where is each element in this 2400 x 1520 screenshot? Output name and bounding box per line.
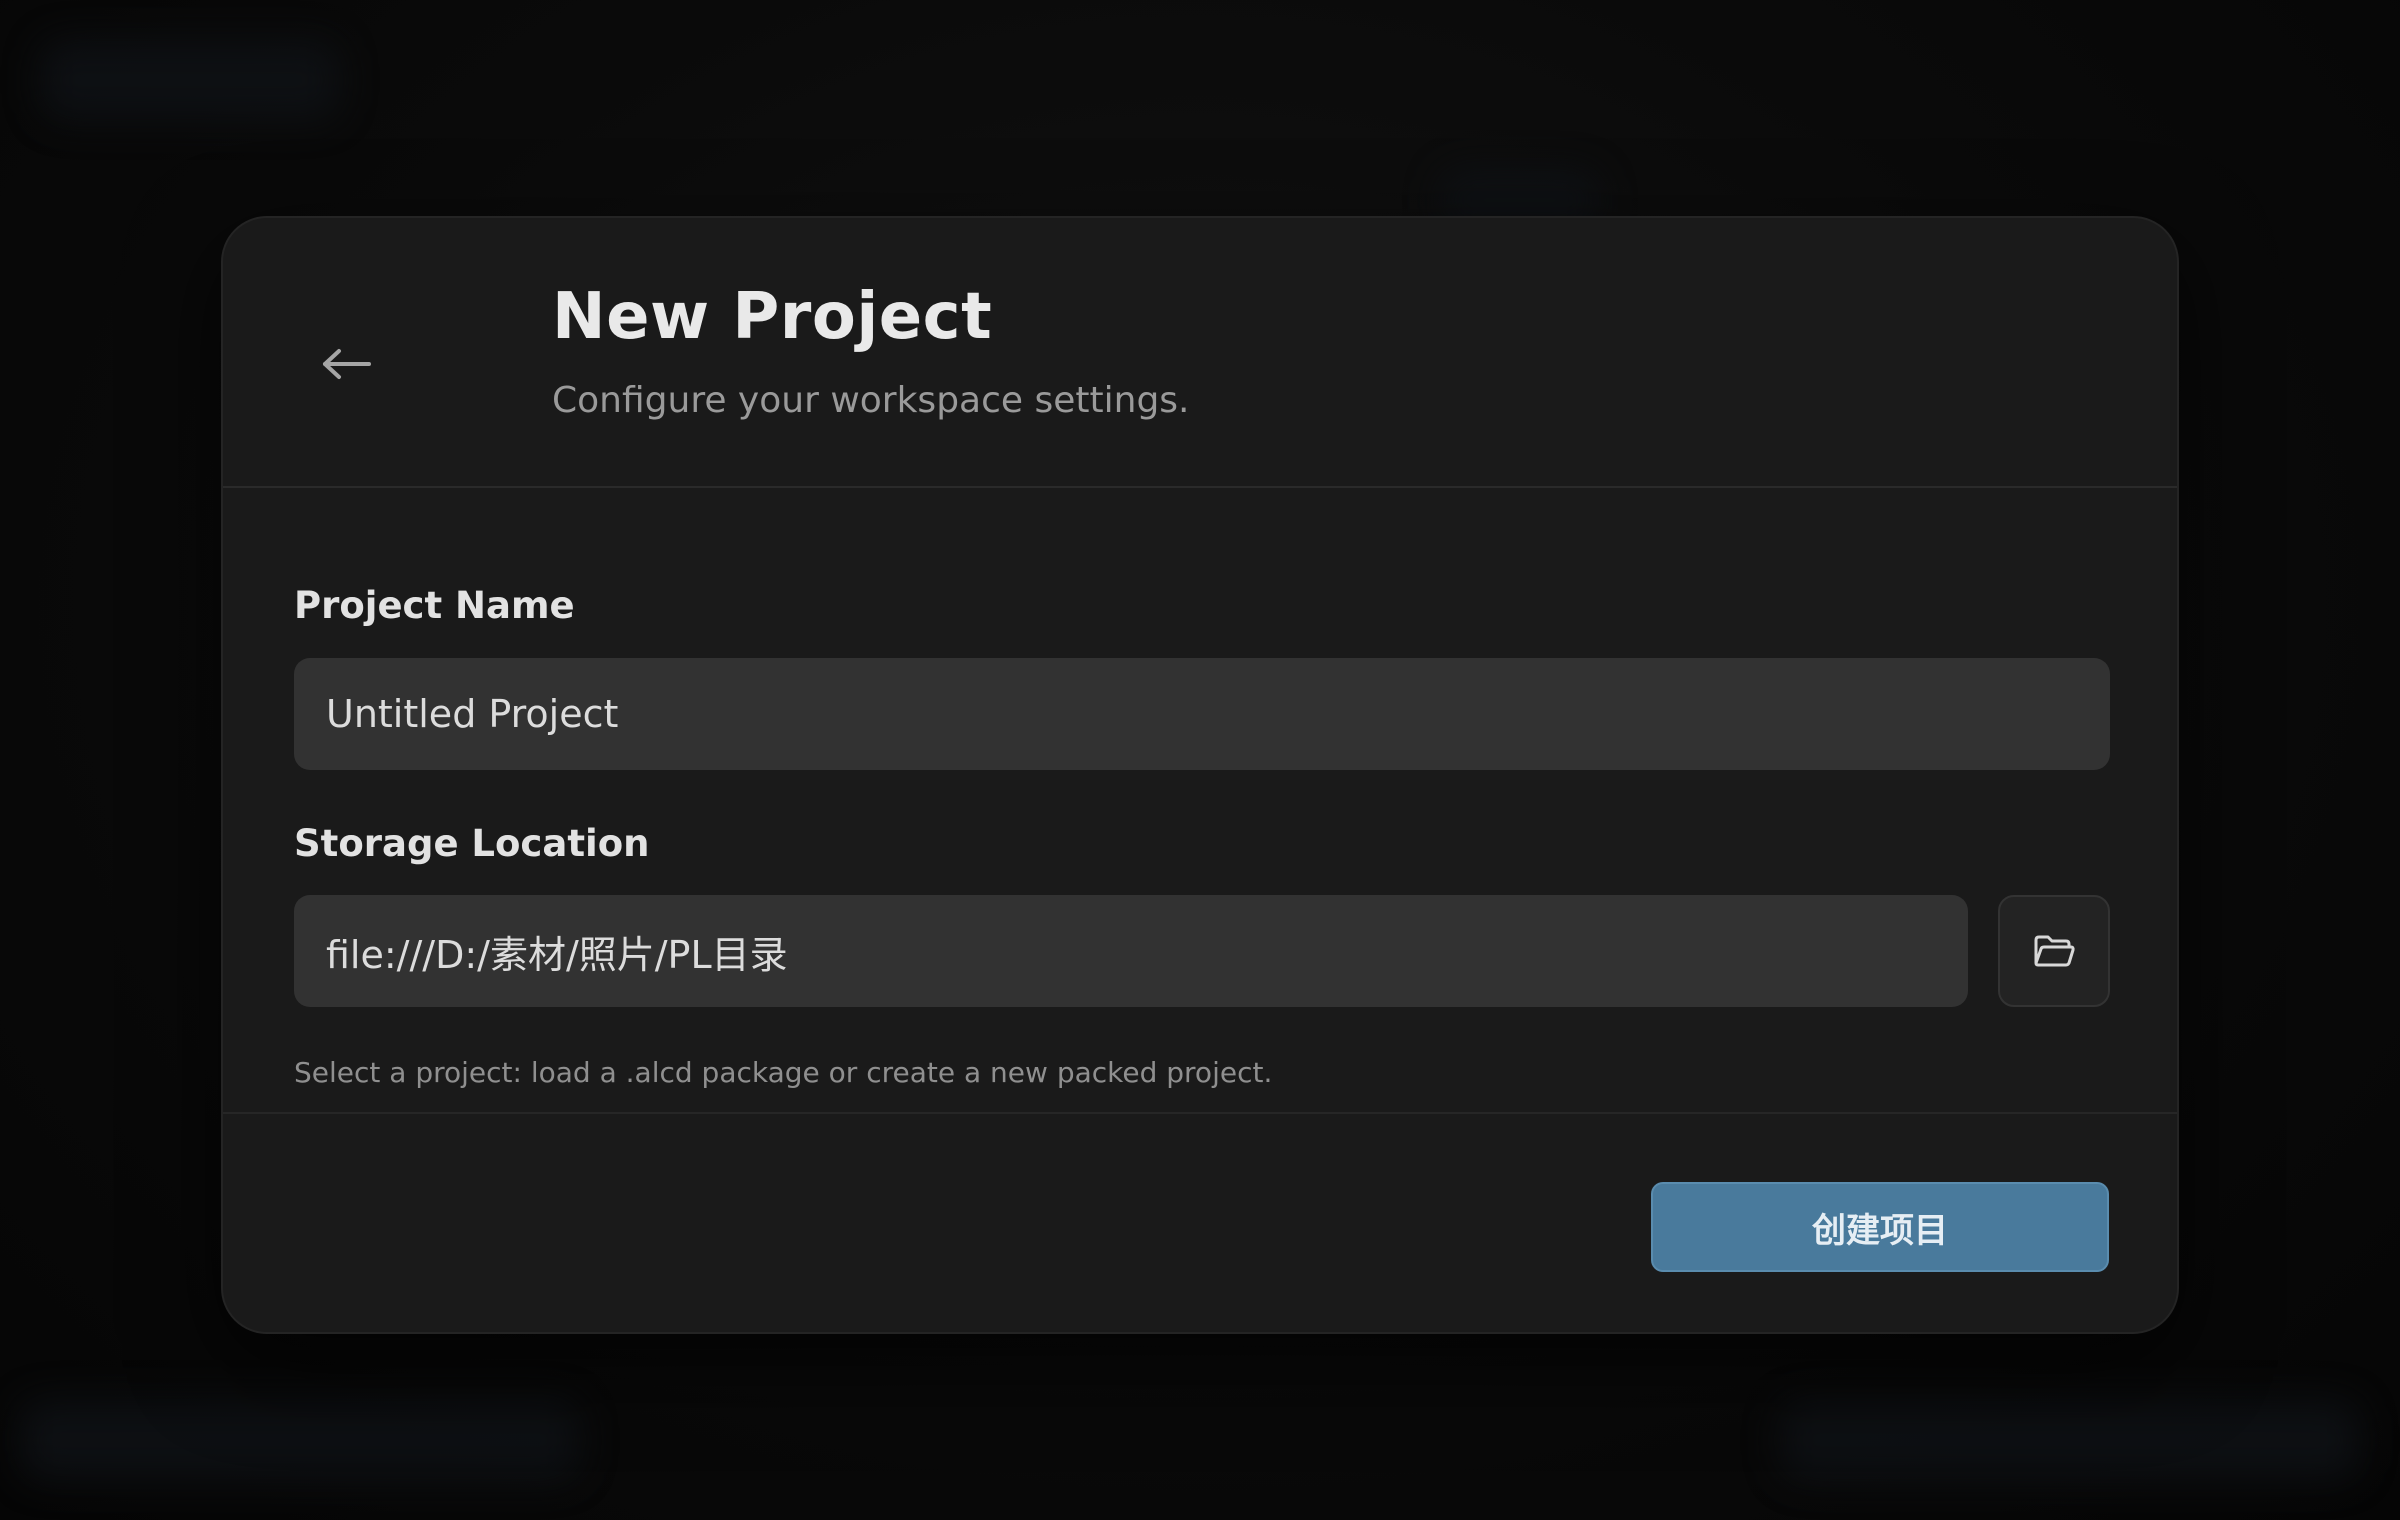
arrow-left-icon [323,349,371,379]
footer-divider [223,1112,2177,1114]
browse-folder-button[interactable] [1998,895,2110,1007]
dialog-subtitle: Configure your workspace settings. [552,380,1190,421]
dialog-title: New Project [552,280,993,354]
helper-text: Select a project: load a .alcd package o… [294,1056,1273,1089]
back-button[interactable] [305,322,389,406]
background-blur-shape [40,40,340,120]
project-name-input[interactable]: Untitled Project [294,658,2110,770]
storage-location-input[interactable]: file:///D:/素材/照片/PL目录 [294,895,1968,1007]
folder-open-icon [2034,935,2075,967]
dialog-header: New Project Configure your workspace set… [223,218,2177,488]
background-blur-shape [20,1400,580,1480]
new-project-dialog: New Project Configure your workspace set… [221,216,2179,1334]
create-project-button[interactable]: 创建项目 [1651,1182,2109,1272]
storage-location-label: Storage Location [294,822,650,865]
project-name-label: Project Name [294,584,575,627]
background-blur-shape [1780,1400,2360,1480]
